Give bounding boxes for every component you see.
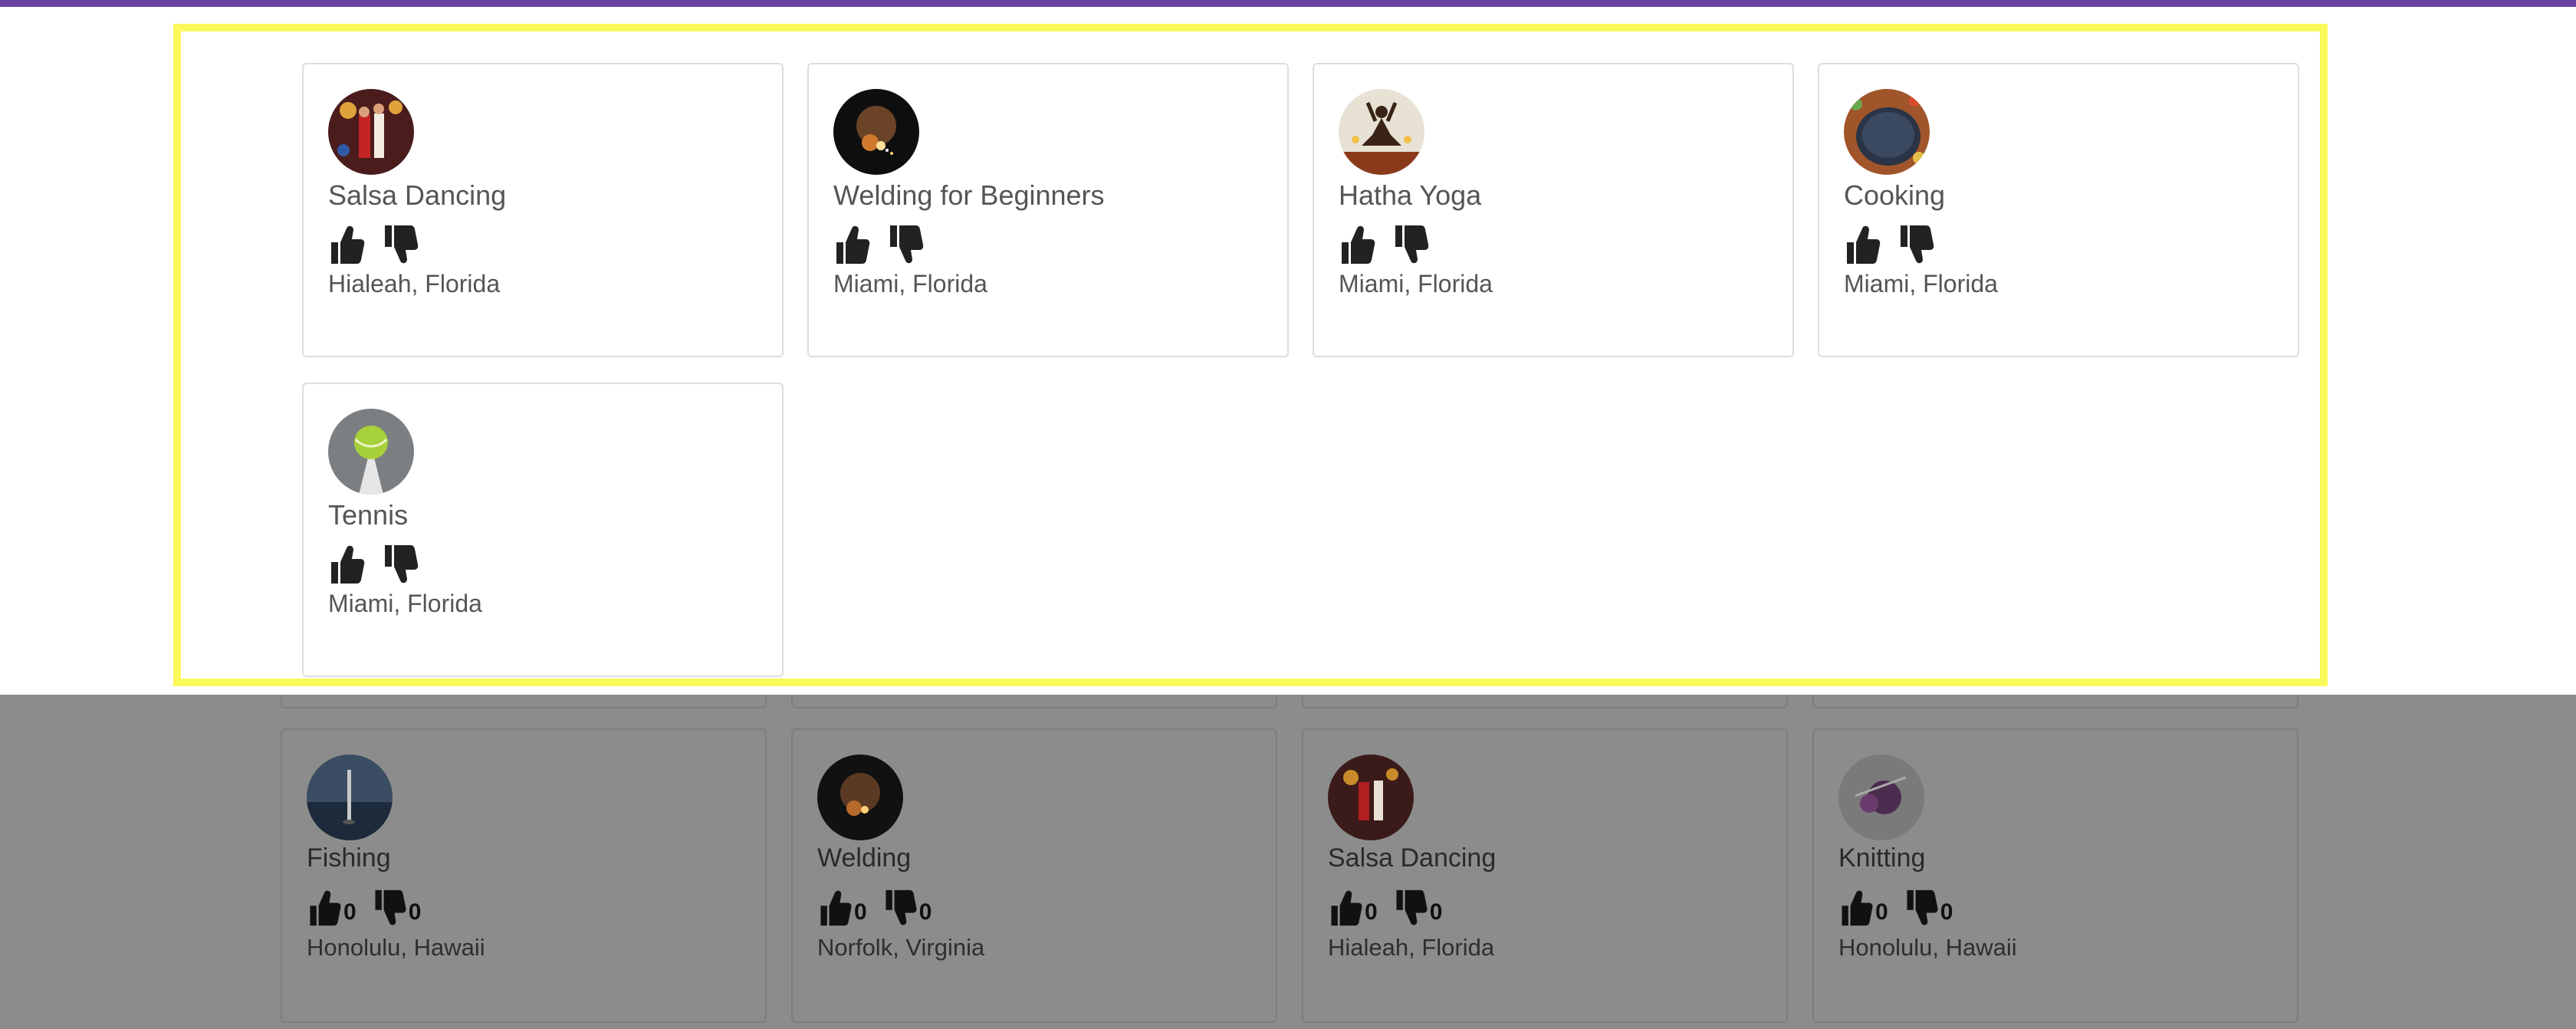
- dislike-count: 0: [918, 899, 932, 925]
- avatar: [328, 89, 414, 175]
- thumbs-up-icon[interactable]: [1844, 224, 1881, 265]
- vote-row: 0 0: [1328, 886, 1442, 929]
- thumbs-up-icon: [817, 889, 853, 927]
- like-button[interactable]: 0: [1328, 889, 1378, 927]
- thumbs-down-icon[interactable]: [887, 224, 924, 265]
- card-location: Honolulu, Hawaii: [307, 934, 485, 961]
- vote-row: [833, 222, 924, 267]
- card-title[interactable]: Tennis: [328, 499, 408, 531]
- dislike-count: 0: [408, 899, 422, 925]
- dislike-button[interactable]: 0: [1393, 889, 1443, 927]
- thumbs-down-icon[interactable]: [382, 224, 419, 265]
- top-accent-bar: [0, 0, 2576, 7]
- card-title[interactable]: Salsa Dancing: [328, 179, 506, 212]
- thumbs-down-icon[interactable]: [1898, 224, 1934, 265]
- thumbs-down-icon: [882, 889, 918, 927]
- avatar: [328, 409, 414, 495]
- thumbs-down-icon[interactable]: [1392, 224, 1429, 265]
- card-location: Miami, Florida: [1844, 270, 1998, 298]
- list-item: [281, 695, 767, 708]
- card-title[interactable]: Hatha Yoga: [1339, 179, 1481, 212]
- thumbs-down-icon: [372, 889, 407, 927]
- card-location: Honolulu, Hawaii: [1838, 934, 2017, 961]
- card-location: Hialeah, Florida: [1328, 934, 1495, 961]
- list-item: [1812, 695, 2298, 708]
- like-count: 0: [854, 899, 867, 925]
- thumbs-down-icon: [1904, 889, 1939, 927]
- thumbs-up-icon[interactable]: [328, 224, 365, 265]
- card-title[interactable]: Welding: [817, 843, 911, 873]
- activity-card-salsa-dancing[interactable]: Salsa Dancing 0 0 Hialeah, Florida: [1302, 728, 1788, 1023]
- vote-row: 0 0: [817, 886, 932, 929]
- card-title[interactable]: Salsa Dancing: [1328, 843, 1496, 873]
- activity-card-tennis[interactable]: Tennis Miami, Florida: [302, 383, 784, 677]
- thumbs-down-icon: [1393, 889, 1428, 927]
- like-button[interactable]: 0: [307, 889, 356, 927]
- activity-card-welding-for-beginners[interactable]: Welding for Beginners Miami, Florida: [807, 63, 1289, 357]
- card-location: Miami, Florida: [833, 270, 987, 298]
- thumbs-up-icon: [1838, 889, 1874, 927]
- thumbs-up-icon: [1328, 889, 1363, 927]
- list-item: [1302, 695, 1788, 708]
- activity-card-hatha-yoga[interactable]: Hatha Yoga Miami, Florida: [1313, 63, 1794, 357]
- highlighted-region: Salsa Dancing Hialeah, Florida Welding f…: [173, 24, 2328, 686]
- dislike-button[interactable]: 0: [1904, 889, 1953, 927]
- card-title[interactable]: Knitting: [1838, 843, 1925, 873]
- avatar: [833, 89, 919, 175]
- activity-card-salsa-dancing[interactable]: Salsa Dancing Hialeah, Florida: [302, 63, 784, 357]
- like-count: 0: [1365, 899, 1378, 925]
- card-title[interactable]: Fishing: [307, 843, 391, 873]
- avatar: [307, 754, 393, 840]
- vote-row: [328, 222, 419, 267]
- card-location: Hialeah, Florida: [328, 270, 501, 298]
- like-count: 0: [1875, 899, 1888, 925]
- avatar: [1838, 754, 1924, 840]
- thumbs-up-icon[interactable]: [328, 544, 365, 585]
- like-button[interactable]: 0: [817, 889, 867, 927]
- avatar: [817, 754, 903, 840]
- thumbs-up-icon[interactable]: [1339, 224, 1375, 265]
- thumbs-down-icon[interactable]: [382, 544, 419, 585]
- vote-row: [328, 542, 419, 587]
- vote-row: 0 0: [307, 886, 421, 929]
- thumbs-up-icon: [307, 889, 342, 927]
- activity-card-knitting[interactable]: Knitting 0 0 Honolulu, Hawaii: [1812, 728, 2298, 1023]
- card-location: Norfolk, Virginia: [817, 934, 985, 961]
- card-title[interactable]: Welding for Beginners: [833, 179, 1105, 212]
- dimmed-backdrop: Fishing 0 0 Honolulu, Hawaii Welding 0 0…: [0, 695, 2576, 1029]
- like-button[interactable]: 0: [1838, 889, 1888, 927]
- card-title[interactable]: Cooking: [1844, 179, 1945, 212]
- card-location: Miami, Florida: [1339, 270, 1493, 298]
- thumbs-up-icon[interactable]: [833, 224, 870, 265]
- card-location: Miami, Florida: [328, 590, 482, 617]
- activity-card-welding[interactable]: Welding 0 0 Norfolk, Virginia: [791, 728, 1277, 1023]
- dislike-button[interactable]: 0: [882, 889, 932, 927]
- activity-card-cooking[interactable]: Cooking Miami, Florida: [1818, 63, 2299, 357]
- avatar: [1328, 754, 1414, 840]
- activity-card-fishing[interactable]: Fishing 0 0 Honolulu, Hawaii: [281, 728, 767, 1023]
- avatar: [1844, 89, 1930, 175]
- vote-row: [1339, 222, 1429, 267]
- like-count: 0: [343, 899, 356, 925]
- dislike-count: 0: [1940, 899, 1953, 925]
- vote-row: [1844, 222, 1934, 267]
- avatar: [1339, 89, 1424, 175]
- dislike-button[interactable]: 0: [372, 889, 422, 927]
- dislike-count: 0: [1429, 899, 1443, 925]
- vote-row: 0 0: [1838, 886, 1953, 929]
- list-item: [791, 695, 1277, 708]
